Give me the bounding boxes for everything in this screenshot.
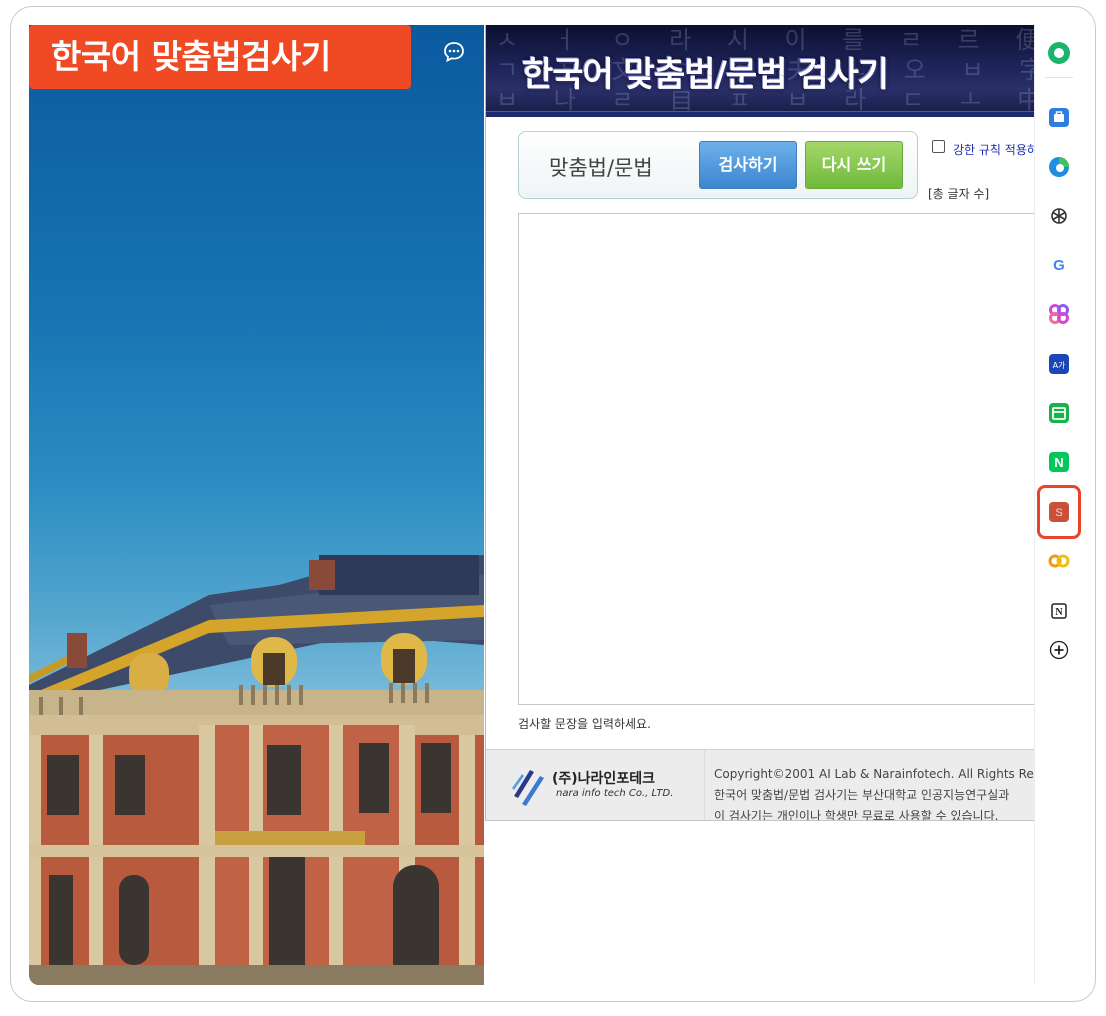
co-icon[interactable] [1047, 549, 1071, 573]
translate-icon[interactable]: A가 [1047, 352, 1071, 376]
control-box: 맞춤법/문법 검사하기 다시 쓰기 [518, 131, 918, 199]
panel-title: 한국어 맞춤법검사기 [29, 25, 411, 89]
openai-icon[interactable] [1047, 204, 1071, 228]
strict-rule-checkbox[interactable] [932, 140, 945, 153]
notion-icon[interactable]: N [1047, 599, 1071, 623]
char-count: [총 글자 수] [928, 187, 990, 201]
palace-photo [29, 555, 484, 985]
svg-text:N: N [1055, 607, 1063, 618]
google-icon[interactable]: G [1047, 253, 1071, 277]
calendar-icon[interactable] [1047, 401, 1071, 425]
input-hint: 검사할 문장을 입력하세요. [518, 717, 651, 731]
banner: ㅅ ㅓ ㅇ 라 시 이 를 ㄹ 르 便 사 세ㄱ ㅏ 文 ㅁ ㅎ 夫 ㄴ 오 ㅂ… [486, 25, 1034, 117]
svg-text:N: N [1054, 455, 1063, 470]
check-button[interactable]: 검사하기 [699, 141, 797, 189]
nara-logo-icon [512, 770, 544, 806]
strict-rule-option[interactable]: 강한 규칙 적용하 [932, 140, 1034, 158]
chat-bubble-icon[interactable] [443, 41, 465, 63]
copyright-text: Copyright©2001 AI Lab & Narainfotech. Al… [714, 767, 1034, 781]
text-input-area[interactable] [518, 213, 1034, 705]
strict-rule-label[interactable]: 강한 규칙 적용하 [953, 141, 1034, 158]
clover-icon[interactable] [1047, 302, 1071, 326]
svg-text:A가: A가 [1053, 361, 1066, 370]
add-icon[interactable] [1047, 638, 1071, 662]
spell-checker-icon[interactable]: S [1047, 500, 1071, 524]
company-name-en: nara info tech Co., LTD. [556, 788, 674, 799]
banner-title: 한국어 맞춤법/문법 검사기 [522, 55, 889, 95]
footer-line-2: 한국어 맞춤법/문법 검사기는 부산대학교 인공지능연구실과 [714, 788, 1010, 802]
mode-label: 맞춤법/문법 [549, 156, 653, 180]
left-hero-panel: 한국어 맞춤법검사기 [29, 25, 484, 985]
footer-line-3: 이 검사기는 개인이나 학생만 무료로 사용할 수 있습니다. [714, 809, 999, 821]
browser-sidebar: G A가 N S N [1034, 25, 1082, 985]
footer: (주)나라인포테크 nara info tech Co., LTD. Copyr… [486, 749, 1034, 821]
briefcase-icon[interactable] [1047, 105, 1071, 129]
company-name: (주)나라인포테크 [552, 771, 655, 787]
spell-checker-page: ㅅ ㅓ ㅇ 라 시 이 를 ㄹ 르 便 사 세ㄱ ㅏ 文 ㅁ ㅎ 夫 ㄴ 오 ㅂ… [485, 25, 1034, 821]
svg-text:G: G [1053, 257, 1065, 274]
reset-button[interactable]: 다시 쓰기 [805, 141, 903, 189]
edge-icon[interactable] [1047, 155, 1071, 179]
naver-icon[interactable]: N [1047, 450, 1071, 474]
whale-home-icon[interactable] [1047, 41, 1071, 65]
browser-window: 한국어 맞춤법검사기 ㅅ ㅓ ㅇ 라 시 이 를 ㄹ 르 ㄱ ㅏ 文 ㅁ ㅎ 夫… [10, 6, 1096, 1002]
svg-text:S: S [1055, 507, 1062, 519]
